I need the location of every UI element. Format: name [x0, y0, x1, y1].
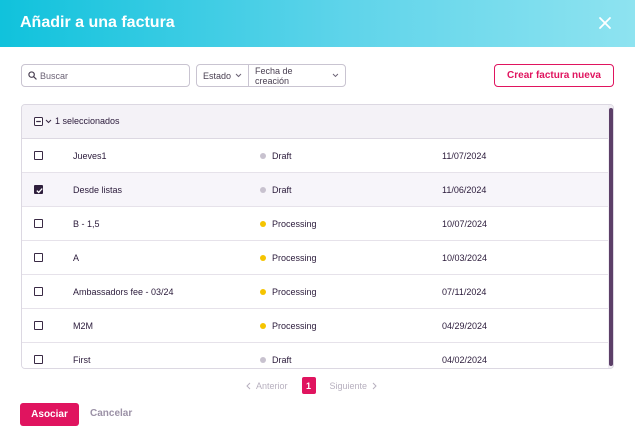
status-dot	[260, 187, 266, 193]
chevron-left-icon	[246, 382, 251, 389]
modal-title: Añadir a una factura	[20, 14, 175, 31]
cancel-button[interactable]: Cancelar	[90, 408, 132, 419]
status-badge: Processing	[260, 287, 317, 297]
status-badge: Processing	[260, 253, 317, 263]
status-text: Processing	[272, 321, 317, 331]
table-row[interactable]: First Draft 04/02/2024	[22, 343, 608, 368]
filter-fecha-label: Fecha de creación	[255, 65, 293, 86]
search-input[interactable]	[40, 66, 186, 85]
status-dot	[260, 221, 266, 227]
search-box[interactable]	[21, 64, 190, 87]
filter-estado[interactable]: Estado	[197, 65, 248, 86]
filter-group: Estado Fecha de creación	[196, 64, 346, 87]
search-icon	[28, 71, 37, 80]
next-page-button[interactable]: Siguiente	[330, 381, 378, 391]
table-header: 1 seleccionados	[22, 105, 613, 139]
close-icon	[599, 17, 611, 29]
status-dot	[260, 357, 266, 363]
invoice-date: 04/02/2024	[442, 355, 488, 365]
chevron-down-icon	[332, 73, 339, 78]
chevron-down-icon[interactable]	[45, 119, 52, 124]
close-button[interactable]	[596, 14, 614, 32]
pagination: Anterior 1 Siguiente	[246, 377, 377, 394]
create-invoice-button[interactable]: Crear factura nueva	[494, 64, 614, 87]
prev-page-button[interactable]: Anterior	[246, 381, 288, 391]
invoice-date: 11/06/2024	[442, 185, 487, 195]
status-text: Draft	[272, 151, 292, 161]
row-checkbox[interactable]	[34, 287, 43, 296]
select-all-checkbox[interactable]	[34, 117, 43, 126]
table-row[interactable]: M2M Processing 04/29/2024	[22, 309, 608, 343]
filter-estado-label: Estado	[203, 70, 232, 81]
chevron-right-icon	[372, 382, 377, 389]
filter-fecha-creacion[interactable]: Fecha de creación	[248, 65, 345, 86]
status-badge: Draft	[260, 151, 292, 161]
status-text: Processing	[272, 287, 317, 297]
status-badge: Draft	[260, 355, 292, 365]
status-badge: Processing	[260, 321, 317, 331]
table-row[interactable]: B - 1,5 Processing 10/07/2024	[22, 207, 608, 241]
status-text: Draft	[272, 185, 292, 195]
invoice-date: 10/07/2024	[442, 219, 488, 229]
invoice-date: 11/07/2024	[442, 151, 487, 161]
row-checkbox[interactable]	[34, 253, 43, 262]
status-badge: Processing	[260, 219, 317, 229]
row-checkbox[interactable]	[34, 219, 43, 228]
invoice-date: 04/29/2024	[442, 321, 488, 331]
invoice-name: Ambassadors fee - 03/24	[73, 287, 174, 297]
invoice-name: First	[73, 355, 91, 365]
invoice-name: Desde listas	[73, 185, 123, 195]
row-checkbox[interactable]	[34, 185, 43, 194]
next-page-label: Siguiente	[329, 380, 368, 391]
status-text: Processing	[272, 253, 317, 263]
table-row[interactable]: Ambassadors fee - 03/24 Processing 07/11…	[22, 275, 608, 309]
table-row[interactable]: Jueves1 Draft 11/07/2024	[22, 139, 608, 173]
page-1-button[interactable]: 1	[301, 377, 316, 394]
status-text: Processing	[272, 219, 317, 229]
table-scrollbar[interactable]	[608, 105, 613, 368]
invoice-name: Jueves1	[73, 151, 107, 161]
invoice-table: 1 seleccionados Jueves1 Draft 11/07/2024…	[21, 104, 614, 369]
table-row[interactable]: A Processing 10/03/2024	[22, 241, 608, 275]
invoice-date: 10/03/2024	[442, 253, 488, 263]
modal-header: Añadir a una factura	[0, 0, 635, 47]
invoice-name: B - 1,5	[73, 219, 100, 229]
associate-button[interactable]: Asociar	[20, 403, 79, 426]
invoice-name: M2M	[73, 321, 93, 331]
scrollbar-thumb[interactable]	[609, 108, 613, 366]
row-checkbox[interactable]	[34, 151, 43, 160]
status-text: Draft	[272, 355, 292, 365]
status-dot	[260, 255, 266, 261]
status-dot	[260, 323, 266, 329]
prev-page-label: Anterior	[256, 380, 288, 391]
row-checkbox[interactable]	[34, 355, 43, 364]
row-checkbox[interactable]	[34, 321, 43, 330]
table-row[interactable]: Desde listas Draft 11/06/2024	[22, 173, 608, 207]
status-badge: Draft	[260, 185, 292, 195]
invoice-name: A	[73, 253, 80, 263]
table-body: Jueves1 Draft 11/07/2024 Desde listas Dr…	[22, 139, 608, 368]
status-dot	[260, 153, 266, 159]
check-icon	[36, 188, 43, 194]
selection-count: 1 seleccionados	[55, 116, 120, 126]
invoice-date: 07/11/2024	[442, 287, 487, 297]
status-dot	[260, 289, 266, 295]
chevron-down-icon	[235, 73, 242, 78]
